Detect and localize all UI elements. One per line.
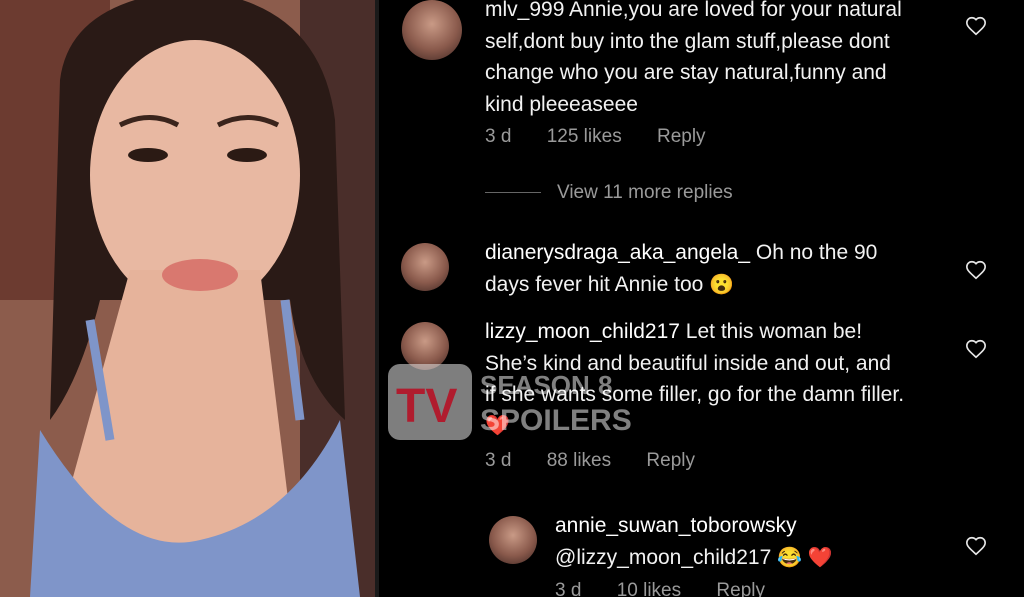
- comment-meta: 3 d 125 likes Reply: [485, 126, 736, 148]
- comment-likes[interactable]: 10 likes: [617, 580, 681, 597]
- watermark-tv: TV: [396, 380, 457, 433]
- comment-text: dianerysdraga_aka_angela_ Oh no the 90 d…: [485, 237, 965, 301]
- watermark-spoilers: SPOILERS: [480, 404, 632, 437]
- divider-line: [485, 192, 541, 194]
- comment-line: self,dont buy into the glam stuff,please…: [485, 29, 890, 53]
- comment-text: annie_suwan_toborowsky @lizzy_moon_child…: [555, 510, 975, 574]
- comment-username[interactable]: annie_suwan_toborowsky: [555, 510, 975, 542]
- avatar[interactable]: [402, 0, 462, 60]
- comment-line: dianerysdraga_aka_angela_ Oh no the 90: [485, 237, 965, 269]
- heart-icon[interactable]: [965, 535, 987, 557]
- heart-icon[interactable]: [965, 259, 987, 281]
- comments-panel: mlv_999 Annie,you are loved for your nat…: [379, 0, 1024, 597]
- comment-body: days fever hit Annie too: [485, 272, 704, 296]
- comment-line: change who you are stay natural,funny an…: [485, 61, 887, 84]
- avatar[interactable]: [489, 516, 537, 564]
- comment-line: kind pleeeaseee: [485, 92, 638, 116]
- comment-line: days fever hit Annie too 😮: [485, 269, 965, 302]
- comment-meta: 3 d 88 likes Reply: [485, 450, 725, 472]
- avatar[interactable]: [401, 243, 449, 291]
- reply-button[interactable]: Reply: [657, 126, 706, 147]
- reply-button[interactable]: Reply: [716, 580, 765, 597]
- comment-username[interactable]: dianerysdraga_aka_angela_: [485, 241, 750, 264]
- comment-line: @lizzy_moon_child217 😂 ❤️: [555, 542, 975, 575]
- woman-photo: [0, 0, 375, 597]
- comment-age: 3 d: [485, 450, 512, 471]
- watermark-number: 8: [598, 370, 612, 400]
- video-frame: [0, 0, 375, 597]
- comment-body: Oh no the 90: [755, 241, 878, 264]
- view-more-label: View 11 more replies: [557, 182, 733, 203]
- heart-icon[interactable]: [965, 15, 987, 37]
- comment-likes[interactable]: 88 likes: [547, 450, 611, 471]
- comment-body: Let this woman be!: [685, 320, 863, 343]
- watermark-season: SEASON: [480, 370, 590, 400]
- mention-link[interactable]: @lizzy_moon_child217: [555, 546, 771, 569]
- reply-button[interactable]: Reply: [646, 450, 695, 471]
- tv-season-spoilers-watermark: TV SEASON 8 SPOILERS: [388, 364, 632, 440]
- emoji: 😂 ❤️: [777, 546, 833, 569]
- comment-age: 3 d: [485, 126, 512, 147]
- comment-meta: 3 d 10 likes Reply: [555, 580, 795, 597]
- view-more-replies[interactable]: View 11 more replies: [485, 182, 733, 204]
- comment-text: mlv_999 Annie,you are loved for your nat…: [485, 0, 965, 120]
- heart-icon[interactable]: [965, 338, 987, 360]
- comment-age: 3 d: [555, 580, 582, 597]
- emoji: 😮: [709, 273, 735, 296]
- comment-line: mlv_999 Annie,you are loved for your nat…: [485, 0, 902, 21]
- comment-likes[interactable]: 125 likes: [547, 126, 622, 147]
- comment-username[interactable]: lizzy_moon_child217: [485, 320, 680, 343]
- comment-line: lizzy_moon_child217 Let this woman be!: [485, 316, 965, 348]
